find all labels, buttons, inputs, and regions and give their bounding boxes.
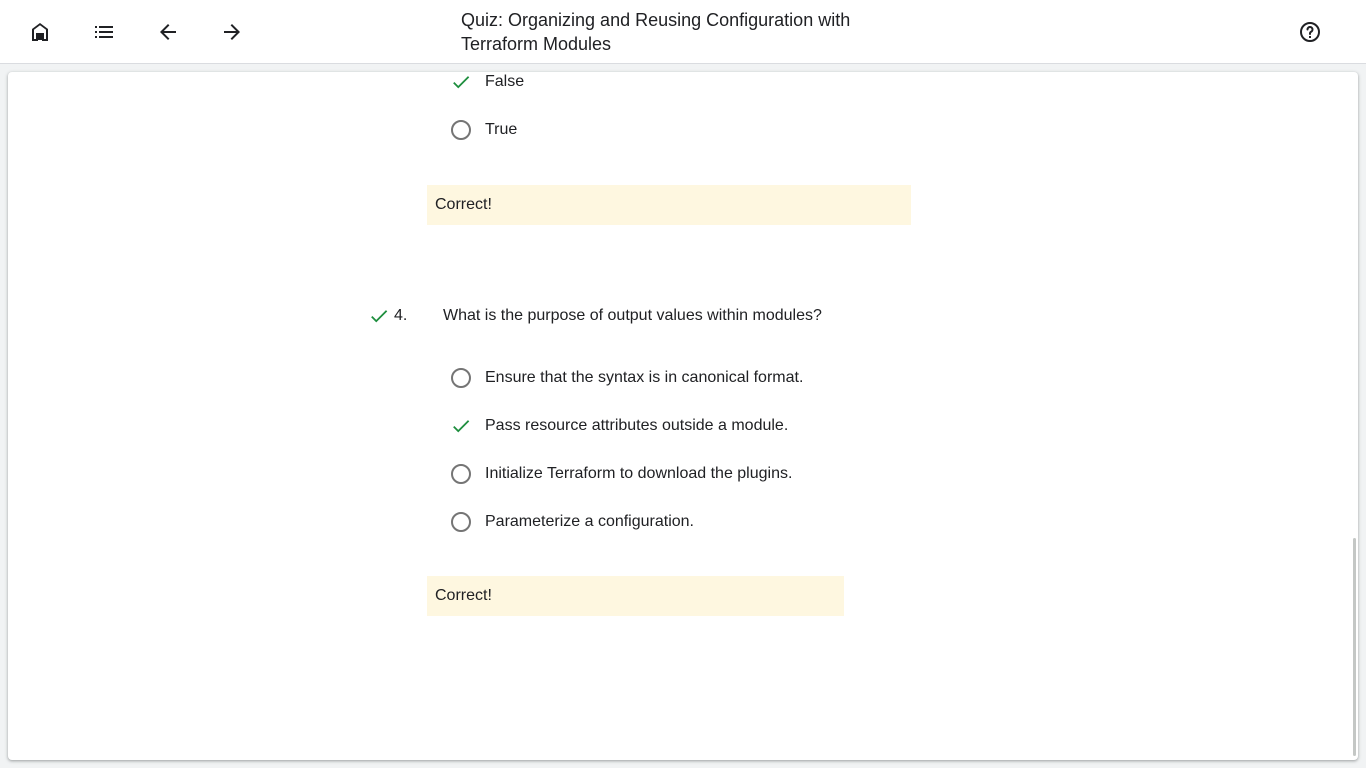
scrollbar-thumb[interactable] bbox=[1353, 538, 1356, 756]
quiz-option[interactable]: Initialize Terraform to download the plu… bbox=[449, 458, 792, 490]
radio-button[interactable] bbox=[449, 366, 473, 390]
quiz-option[interactable]: Parameterize a configuration. bbox=[449, 506, 694, 538]
top-app-bar: Quiz: Organizing and Reusing Configurati… bbox=[0, 0, 1366, 64]
quiz-option[interactable]: False bbox=[449, 72, 524, 98]
arrow-back-icon bbox=[160, 24, 176, 40]
outline-button[interactable] bbox=[88, 16, 120, 48]
home-button[interactable] bbox=[24, 16, 56, 48]
selected-check-icon bbox=[449, 414, 473, 438]
home-icon bbox=[32, 23, 48, 41]
option-label: Initialize Terraform to download the plu… bbox=[485, 465, 793, 482]
option-label: Pass resource attributes outside a modul… bbox=[485, 417, 789, 434]
quiz-option[interactable]: Ensure that the syntax is in canonical f… bbox=[449, 362, 803, 394]
option-label: True bbox=[485, 121, 518, 138]
radio-button[interactable] bbox=[449, 462, 473, 486]
question-header: 4. What is the purpose of output values … bbox=[368, 304, 822, 328]
next-button[interactable] bbox=[216, 16, 248, 48]
quiz-option[interactable]: Pass resource attributes outside a modul… bbox=[449, 410, 788, 442]
page-title: Quiz: Organizing and Reusing Configurati… bbox=[461, 10, 851, 54]
selected-check-icon bbox=[449, 72, 473, 94]
list-icon bbox=[95, 26, 113, 38]
question-number: 4. bbox=[394, 307, 408, 324]
radio-button[interactable] bbox=[449, 510, 473, 534]
feedback-banner: Correct! bbox=[427, 185, 911, 225]
arrow-forward-icon bbox=[224, 24, 240, 40]
help-icon bbox=[1300, 22, 1320, 42]
radio-button[interactable] bbox=[449, 118, 473, 142]
answered-correct-icon bbox=[371, 310, 388, 323]
question-text: What is the purpose of output values wit… bbox=[443, 307, 822, 324]
option-label: Ensure that the syntax is in canonical f… bbox=[485, 369, 804, 386]
feedback-banner: Correct! bbox=[427, 576, 844, 616]
option-label: Parameterize a configuration. bbox=[485, 513, 694, 530]
quiz-content-card: False True Correct! 4. What is the purpo… bbox=[8, 72, 1358, 760]
previous-button[interactable] bbox=[152, 16, 184, 48]
quiz-option[interactable]: True bbox=[449, 114, 517, 146]
option-label: False bbox=[485, 73, 525, 90]
help-button[interactable] bbox=[1294, 16, 1326, 48]
